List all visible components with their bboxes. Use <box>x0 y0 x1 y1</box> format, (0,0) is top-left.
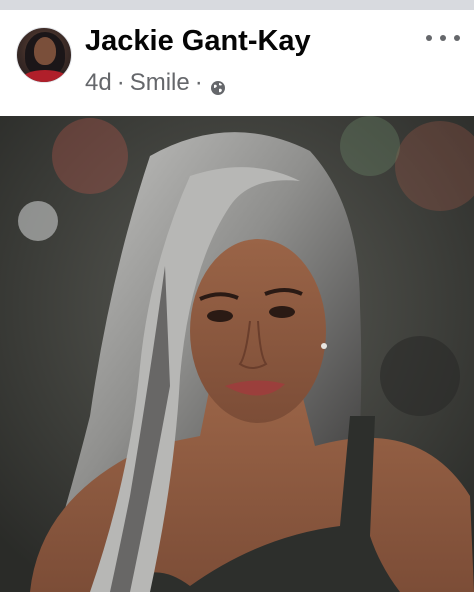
more-dot <box>426 35 432 41</box>
globe-icon[interactable] <box>210 75 226 95</box>
post-timestamp[interactable]: 4d <box>85 69 112 97</box>
more-options-button[interactable] <box>426 28 460 48</box>
author-name[interactable]: Jackie Gant-Kay <box>85 25 311 58</box>
top-divider <box>0 0 474 10</box>
meta-separator-2: · <box>194 69 203 96</box>
avatar[interactable] <box>16 27 72 83</box>
more-dot <box>440 35 446 41</box>
post-photo[interactable] <box>0 116 474 592</box>
post-header: Jackie Gant-Kay 4d · Smile · <box>0 10 474 116</box>
avatar-face <box>34 37 56 65</box>
meta-separator: · <box>116 69 125 96</box>
portrait-illustration <box>0 116 474 592</box>
post-meta: 4d · Smile · <box>85 69 226 97</box>
more-dot <box>454 35 460 41</box>
avatar-shirt <box>21 70 69 82</box>
post-feeling: Smile <box>129 69 190 96</box>
